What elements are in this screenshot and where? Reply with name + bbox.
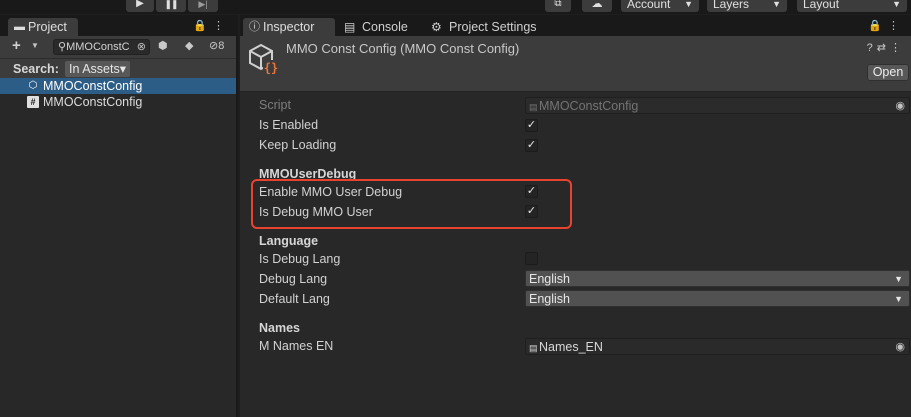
script-file-icon: ▤ [529,102,538,112]
list-item[interactable]: # MMOConstConfig [0,94,236,110]
layout-dropdown[interactable]: Layout ▼ [797,0,907,12]
chevron-down-icon: ▼ [892,0,901,9]
tab-inspector[interactable]: ⓘ Inspector [243,18,335,36]
search-scope-label: Search: [13,62,59,76]
scriptable-object-icon: ⬡ [28,80,38,91]
inspector-body: Script ▤MMOConstConfig ◉ Is Enabled ✓ Ke… [240,92,911,416]
cloud-icon[interactable]: ☁ [582,0,612,12]
chevron-down-icon[interactable]: ▼ [31,41,39,50]
layers-dropdown[interactable]: Layers ▼ [707,0,787,12]
section-language: Language [259,234,319,248]
main-toolbar: ▶ ❚❚ ▶| ⧉ ☁ Account ▼ Layers ▼ Layout ▼ [0,0,911,14]
is-debug-lang-label: Is Debug Lang [259,252,341,266]
hidden-packages-icon[interactable]: ⊘8 [209,39,224,52]
tab-project-settings[interactable]: ⚙ Project Settings [429,18,537,36]
object-picker-icon[interactable]: ◉ [895,339,905,356]
inspector-tabbar: ⓘ Inspector ▤ Console ⚙ Project Settings… [240,15,911,36]
project-search-input[interactable]: ⚲MMOConstC ⊗ [53,39,150,55]
default-lang-dropdown[interactable]: English ▼ [525,290,910,307]
keep-loading-checkbox[interactable]: ✓ [525,139,538,152]
chevron-down-icon: ▼ [684,0,693,9]
m-names-en-label: M Names EN [259,339,334,353]
script-field: ▤MMOConstConfig ◉ [525,97,910,114]
console-icon: ▤ [344,20,356,34]
chevron-down-icon: ▼ [894,274,903,284]
search-scope-dropdown[interactable]: In Assets▾ [65,61,131,77]
create-icon[interactable]: + [12,37,21,54]
scriptable-object-icon: {} [249,43,279,75]
debug-lang-dropdown[interactable]: English ▼ [525,270,910,287]
pause-button[interactable]: ❚❚ [156,0,186,12]
search-scope-bar: Search: In Assets▾ [0,58,236,78]
folder-icon: ▬ [14,21,25,33]
object-picker-icon: ◉ [895,100,905,112]
is-enabled-checkbox[interactable]: ✓ [525,119,538,132]
header-buttons[interactable]: ?⇄⋮ [867,41,905,54]
project-tabbar: ▬ Project 🔒⋮ [0,15,236,36]
clear-search-icon[interactable]: ⊗ [137,40,146,54]
play-button[interactable]: ▶ [126,0,154,12]
filter-label-icon[interactable]: ◆ [185,39,193,52]
section-names: Names [259,321,300,335]
inspector-header: {} MMO Const Config (MMO Const Config) ?… [240,36,911,92]
is-debug-lang-checkbox[interactable] [525,252,538,265]
script-label: Script [259,98,291,112]
panel-menu-icons[interactable]: 🔒⋮ [193,19,230,32]
search-icon: ⚲ [58,41,67,53]
tab-project[interactable]: ▬ Project [8,18,78,36]
default-lang-label: Default Lang [259,292,330,306]
info-icon: ⓘ [249,21,260,33]
tab-console[interactable]: ▤ Console [342,18,408,36]
text-asset-icon: ▤ [529,343,538,353]
csharp-script-icon: # [27,96,39,108]
chevron-down-icon: ▼ [772,0,781,9]
account-dropdown[interactable]: Account ▼ [621,0,699,12]
panel-menu-icons[interactable]: 🔒⋮ [868,19,905,32]
svg-text:{}: {} [264,61,278,75]
gear-icon: ⚙ [431,20,442,34]
step-button[interactable]: ▶| [188,0,218,12]
keep-loading-label: Keep Loading [259,138,337,152]
m-names-en-field[interactable]: ▤Names_EN ◉ [525,338,910,355]
collab-icon[interactable]: ⧉ [545,0,571,12]
highlight-box [251,179,572,229]
project-toolbar: + ▼ ⚲MMOConstC ⊗ ⬢ ◆ ⊘8 [0,36,236,58]
debug-lang-label: Debug Lang [259,272,328,286]
list-item[interactable]: ⬡ MMOConstConfig [0,78,236,94]
chevron-down-icon: ▼ [894,294,903,304]
project-panel: ▬ Project 🔒⋮ + ▼ ⚲MMOConstC ⊗ ⬢ ◆ ⊘8 Sea… [0,15,238,417]
open-button[interactable]: Open [867,64,909,81]
filter-type-icon[interactable]: ⬢ [158,39,168,52]
is-enabled-label: Is Enabled [259,118,319,132]
object-title: MMO Const Config (MMO Const Config) [286,41,520,56]
